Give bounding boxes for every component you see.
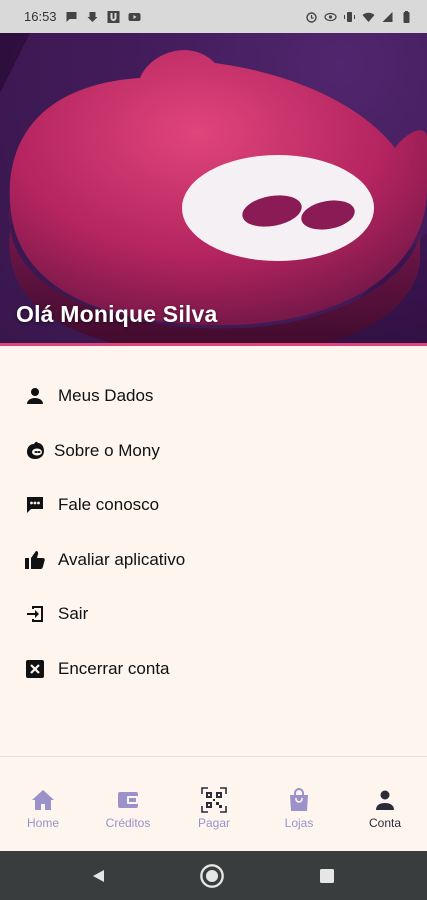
home-button[interactable]	[199, 863, 225, 889]
download-icon	[87, 11, 98, 22]
nav-item-label: Lojas	[284, 816, 314, 830]
status-bar: 16:53	[0, 0, 427, 33]
person-icon	[24, 385, 46, 407]
nav-item-creditos[interactable]: Créditos	[93, 787, 163, 830]
menu-item-encerrar-conta[interactable]: Encerrar conta	[24, 649, 404, 689]
close-box-icon	[24, 658, 46, 680]
back-triangle-icon	[93, 870, 104, 882]
status-time: 16:53	[24, 9, 57, 24]
profile-header: Olá Monique Silva	[0, 33, 427, 346]
alarm-icon	[306, 11, 317, 23]
shopping-bag-icon	[286, 787, 312, 813]
nav-item-label: Conta	[368, 816, 402, 830]
nav-item-pagar[interactable]: Pagar	[179, 787, 249, 830]
nav-item-label: Créditos	[105, 816, 151, 830]
battery-icon	[403, 10, 410, 23]
recents-button[interactable]	[314, 863, 340, 889]
nav-item-lojas[interactable]: Lojas	[264, 787, 334, 830]
menu-item-avaliar-aplicativo[interactable]: Avaliar aplicativo	[24, 540, 404, 580]
back-button[interactable]	[86, 863, 112, 889]
nav-item-home[interactable]: Home	[8, 787, 78, 830]
nav-item-label: Pagar	[197, 816, 231, 830]
app-u-icon	[107, 10, 120, 23]
mony-mascot-illustration	[0, 33, 427, 346]
thumbs-up-icon	[24, 549, 46, 571]
menu-item-label: Sobre o Mony	[54, 441, 160, 460]
message-icon	[66, 11, 77, 22]
menu-item-meus-dados[interactable]: Meus Dados	[24, 376, 404, 416]
menu-item-sair[interactable]: Sair	[24, 594, 404, 634]
menu-item-label: Fale conosco	[58, 495, 160, 514]
nav-item-conta[interactable]: Conta	[350, 787, 420, 830]
system-navigation-bar	[0, 851, 427, 900]
account-menu: Meus Dados Sobre o Mony Fale conosco Ava…	[0, 346, 427, 756]
greeting-title: Olá Monique Silva	[16, 301, 218, 327]
chat-icon	[24, 494, 46, 516]
home-icon	[30, 787, 56, 813]
signal-icon	[382, 11, 393, 22]
menu-item-fale-conosco[interactable]: Fale conosco	[24, 485, 404, 525]
qr-code-icon	[201, 787, 227, 813]
video-icon	[128, 12, 141, 21]
home-circle-icon	[200, 864, 224, 888]
wallet-icon	[115, 787, 141, 813]
logout-icon	[24, 603, 46, 625]
mony-logo-icon	[24, 440, 46, 462]
recents-square-icon	[320, 869, 334, 883]
nav-item-label: Home	[26, 816, 59, 830]
menu-item-label: Sair	[58, 604, 89, 623]
menu-item-sobre-o-mony[interactable]: Sobre o Mony	[24, 431, 404, 471]
person-icon	[372, 787, 398, 813]
wifi-icon	[362, 12, 375, 22]
eye-icon	[324, 12, 337, 21]
vibrate-icon	[344, 11, 355, 22]
menu-item-label: Encerrar conta	[58, 659, 170, 678]
menu-item-label: Avaliar aplicativo	[58, 550, 186, 569]
bottom-navigation: Home Créditos Pagar Lojas Conta	[0, 756, 427, 851]
menu-item-label: Meus Dados	[58, 386, 154, 405]
